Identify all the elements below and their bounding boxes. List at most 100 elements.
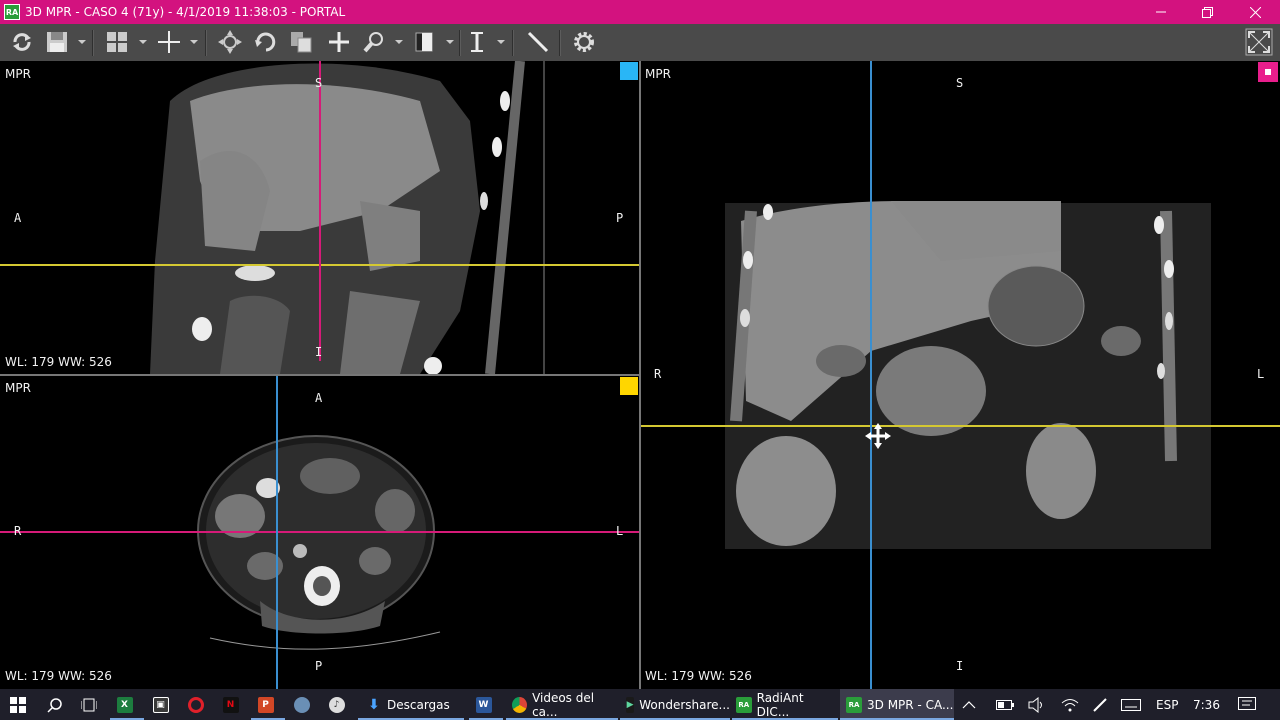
measure-button[interactable]: [524, 28, 552, 56]
taskbar-item[interactable]: W: [469, 689, 503, 720]
viewport-color-marker[interactable]: [1258, 62, 1278, 82]
start-button[interactable]: [0, 689, 36, 720]
orientation-top: S: [315, 76, 323, 90]
battery-button[interactable]: [996, 689, 1014, 720]
taskbar-item[interactable]: ♪: [322, 689, 356, 720]
battery-icon: [996, 699, 1014, 710]
viewport-label: MPR: [5, 67, 31, 81]
orientation-top: A: [315, 391, 323, 405]
wifi-icon: [1061, 698, 1079, 711]
viewport-label: MPR: [645, 67, 671, 81]
chevron-down-icon[interactable]: [446, 38, 454, 46]
chevron-down-icon[interactable]: [190, 38, 198, 46]
save-button[interactable]: [43, 28, 71, 56]
chevron-down-icon[interactable]: [497, 38, 505, 46]
pen-button[interactable]: [1092, 689, 1108, 720]
title-bar: RA 3D MPR - CASO 4 (71y) - 4/1/2019 11:3…: [0, 0, 1280, 24]
taskbar-item[interactable]: ▣: [146, 689, 180, 720]
toolbar-separator: [459, 30, 460, 56]
taskbar-item[interactable]: [181, 689, 215, 720]
viewport-color-marker[interactable]: [620, 62, 638, 80]
radiant-window: RA 3D MPR - CASO 4 (71y) - 4/1/2019 11:3…: [0, 0, 1280, 720]
save-icon: [47, 32, 67, 52]
notifications-button[interactable]: [1238, 689, 1256, 720]
rotate-button[interactable]: [252, 28, 280, 56]
excel-icon: X: [116, 696, 133, 713]
pan-button[interactable]: [216, 28, 244, 56]
orientation-bottom: I: [956, 659, 964, 673]
coronal-viewport[interactable]: MPR S I R L WL: 179 WW: 526: [641, 61, 1280, 689]
reset-button[interactable]: [8, 28, 36, 56]
store-icon: ▣: [152, 696, 169, 713]
chevron-down-icon[interactable]: [139, 38, 147, 46]
orientation-bottom: P: [315, 659, 323, 673]
layout-button[interactable]: [103, 28, 131, 56]
axial-ct-image: [0, 376, 639, 689]
wifi-button[interactable]: [1061, 689, 1079, 720]
orientation-bottom: I: [315, 345, 323, 359]
taskbar-item[interactable]: [287, 689, 321, 720]
orientation-right: L: [616, 524, 624, 538]
app-icon: RA: [4, 4, 20, 20]
slab-thickness-button[interactable]: [463, 28, 491, 56]
chevron-down-icon[interactable]: [78, 38, 86, 46]
sagittal-viewport[interactable]: MPR S I A P WL: 179 WW: 526: [0, 61, 639, 374]
task-view-button[interactable]: [72, 689, 106, 720]
volume-button[interactable]: [1028, 689, 1046, 720]
orientation-left: R: [14, 524, 22, 538]
minimize-button[interactable]: [1138, 0, 1184, 24]
taskbar-item-wondershare[interactable]: ▶ Wondershare...: [620, 689, 730, 720]
keyboard-icon: [1121, 698, 1141, 711]
task-view-icon: [81, 698, 97, 711]
taskbar-item-chrome[interactable]: Videos del ca...: [506, 689, 618, 720]
taskbar-item-descargas[interactable]: ⬇ Descargas: [358, 689, 464, 720]
window-level-icon: [415, 32, 433, 52]
close-button[interactable]: [1232, 0, 1278, 24]
move-button[interactable]: [325, 28, 353, 56]
copy-button[interactable]: [287, 28, 315, 56]
viewport-color-marker[interactable]: [620, 377, 638, 395]
volume-icon: [1028, 696, 1042, 713]
language-indicator[interactable]: ESP: [1156, 689, 1178, 720]
copy-icon: [291, 32, 312, 53]
keyboard-button[interactable]: [1121, 689, 1141, 720]
taskbar-item-label: Descargas: [387, 697, 450, 712]
fullscreen-button[interactable]: [1245, 28, 1273, 56]
chevron-down-icon[interactable]: [395, 38, 403, 46]
zoom-button[interactable]: [360, 28, 388, 56]
search-button[interactable]: [38, 689, 72, 720]
restore-icon: [1201, 6, 1213, 18]
viewport-label: MPR: [5, 381, 31, 395]
taskbar-item-label: Videos del ca...: [532, 690, 595, 719]
taskbar-item-radiant[interactable]: RA RadiAnt DIC...: [732, 689, 838, 720]
coronal-ct-image: [641, 61, 1280, 689]
layout-icon: [107, 32, 127, 52]
measure-icon: [527, 31, 549, 53]
settings-button[interactable]: [570, 28, 598, 56]
taskbar-item[interactable]: P: [251, 689, 285, 720]
settings-icon: [574, 32, 594, 52]
orientation-left: R: [654, 367, 662, 381]
wondershare-icon: ▶: [626, 696, 635, 713]
download-icon: ⬇: [368, 696, 380, 713]
rotate-icon: [255, 32, 276, 52]
orientation-left: A: [14, 211, 22, 225]
radiant-icon: RA: [736, 696, 752, 713]
sagittal-ct-image: [0, 61, 639, 374]
pen-icon: [1093, 697, 1107, 712]
crosshair-button[interactable]: [155, 28, 183, 56]
windows-icon: [10, 696, 26, 713]
taskbar-item[interactable]: X: [110, 689, 144, 720]
opera-icon: [187, 696, 204, 713]
taskbar-item-3d-mpr[interactable]: RA 3D MPR - CA...: [840, 689, 954, 720]
chevron-up-icon: [962, 700, 976, 708]
chrome-icon: [512, 696, 528, 713]
show-hidden-icons[interactable]: [962, 689, 976, 720]
clock[interactable]: 7:36: [1193, 689, 1220, 720]
restore-button[interactable]: [1184, 0, 1230, 24]
axial-viewport[interactable]: MPR A P R L WL: 179 WW: 526: [0, 376, 639, 689]
window-level-button[interactable]: [410, 28, 438, 56]
taskbar-item[interactable]: N: [216, 689, 250, 720]
orientation-right: P: [616, 211, 624, 225]
radiant-icon: RA: [846, 696, 862, 713]
